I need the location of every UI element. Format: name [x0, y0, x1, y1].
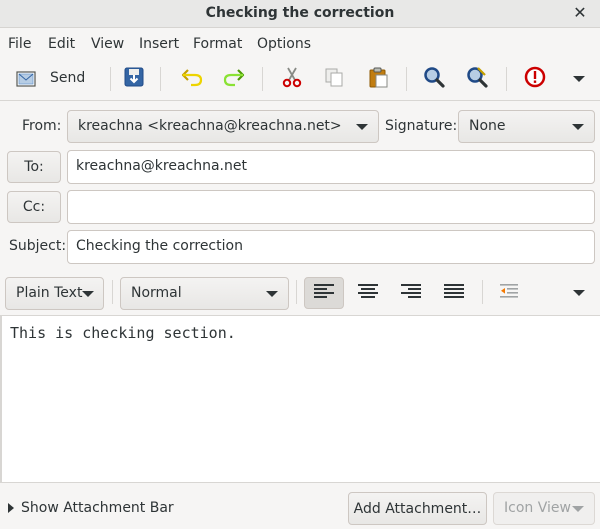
attachment-bar: Show Attachment Bar Add Attachment… Icon… — [0, 482, 600, 529]
chevron-down-icon — [573, 76, 585, 82]
justify-button[interactable] — [434, 277, 474, 309]
redo-icon — [222, 66, 246, 92]
format-toolbar: Plain Text Normal — [0, 270, 600, 316]
chevron-down-icon — [356, 124, 368, 130]
cut-button[interactable] — [278, 64, 306, 94]
toolbar-separator — [506, 67, 507, 91]
subject-field[interactable]: Checking the correction — [67, 230, 595, 264]
close-icon[interactable]: ✕ — [571, 3, 589, 23]
indent-button[interactable] — [491, 277, 531, 309]
align-justify-icon — [444, 283, 464, 303]
to-field[interactable]: kreachna@kreachna.net — [67, 150, 595, 184]
menu-bar: File Edit View Insert Format Options — [0, 29, 600, 57]
save-draft-button[interactable] — [120, 64, 148, 94]
signature-value: None — [469, 118, 506, 134]
add-attachment-button[interactable]: Add Attachment… — [348, 492, 487, 525]
toolbar-overflow-button[interactable] — [568, 64, 590, 94]
toolbar-separator — [160, 67, 161, 91]
align-center-button[interactable] — [348, 277, 388, 309]
to-button[interactable]: To: — [7, 151, 61, 183]
chevron-down-icon — [266, 291, 278, 297]
align-right-icon — [401, 283, 421, 303]
menu-options[interactable]: Options — [257, 36, 311, 52]
find-replace-icon — [466, 66, 488, 92]
undo-button[interactable] — [178, 64, 206, 94]
send-label: Send — [50, 70, 86, 86]
find-button[interactable] — [420, 64, 448, 94]
format-overflow-button[interactable] — [568, 278, 590, 308]
save-draft-icon — [123, 66, 145, 92]
to-label: To: — [24, 159, 44, 175]
indent-icon — [500, 283, 522, 303]
align-center-icon — [358, 283, 378, 303]
chevron-down-icon — [573, 290, 585, 296]
subject-label: Subject: — [9, 238, 67, 254]
paragraph-style-value: Normal — [131, 285, 182, 301]
align-right-button[interactable] — [391, 277, 431, 309]
chevron-down-icon — [572, 506, 584, 512]
paste-icon — [367, 66, 389, 92]
format-mode-select[interactable]: Plain Text — [5, 277, 104, 310]
add-attachment-label: Add Attachment… — [353, 500, 482, 517]
paragraph-style-select[interactable]: Normal — [120, 277, 289, 310]
signature-select[interactable]: None — [458, 110, 595, 143]
icon-view-value: Icon View — [504, 500, 571, 516]
menu-insert[interactable]: Insert — [139, 36, 179, 52]
paste-button[interactable] — [364, 64, 392, 94]
priority-button[interactable] — [521, 64, 549, 94]
copy-icon — [323, 66, 345, 92]
align-left-button[interactable] — [304, 277, 344, 309]
title-bar: Checking the correction ✕ — [0, 0, 600, 28]
toolbar-separator — [112, 280, 113, 304]
toolbar-separator — [296, 280, 297, 304]
menu-view[interactable]: View — [91, 36, 124, 52]
cc-field[interactable] — [67, 190, 595, 224]
from-account-select[interactable]: kreachna <kreachna@kreachna.net> — [67, 110, 379, 143]
message-body-text: This is checking section. — [10, 324, 236, 342]
copy-button[interactable] — [320, 64, 348, 94]
toolbar: Send — [0, 57, 600, 101]
send-button[interactable]: Send — [10, 64, 100, 94]
toolbar-separator — [406, 67, 407, 91]
icon-view-select[interactable]: Icon View — [493, 492, 595, 525]
undo-icon — [180, 66, 204, 92]
chevron-down-icon — [572, 124, 584, 130]
from-value: kreachna <kreachna@kreachna.net> — [78, 118, 342, 134]
format-mode-value: Plain Text — [16, 285, 83, 301]
to-value: kreachna@kreachna.net — [76, 158, 247, 174]
toolbar-separator — [482, 280, 483, 304]
send-icon — [16, 69, 36, 93]
show-attachment-bar-label: Show Attachment Bar — [21, 500, 174, 516]
toolbar-separator — [110, 67, 111, 91]
from-label: From: — [22, 118, 62, 134]
cut-icon — [281, 66, 303, 92]
redo-button[interactable] — [220, 64, 248, 94]
menu-edit[interactable]: Edit — [48, 36, 75, 52]
toolbar-separator — [262, 67, 263, 91]
chevron-down-icon — [82, 291, 94, 297]
window-title: Checking the correction — [205, 5, 395, 21]
urgent-icon — [524, 66, 546, 92]
chevron-right-icon — [8, 503, 14, 513]
message-body-editor[interactable]: This is checking section. — [0, 316, 600, 482]
menu-format[interactable]: Format — [193, 36, 242, 52]
signature-label: Signature: — [385, 118, 458, 134]
cc-label: Cc: — [22, 199, 46, 215]
align-left-icon — [314, 283, 334, 303]
find-replace-button[interactable] — [463, 64, 491, 94]
menu-file[interactable]: File — [8, 36, 31, 52]
show-attachment-bar-toggle[interactable]: Show Attachment Bar — [8, 500, 174, 516]
search-icon — [423, 66, 445, 92]
cc-button[interactable]: Cc: — [7, 191, 61, 223]
subject-value: Checking the correction — [76, 238, 243, 254]
